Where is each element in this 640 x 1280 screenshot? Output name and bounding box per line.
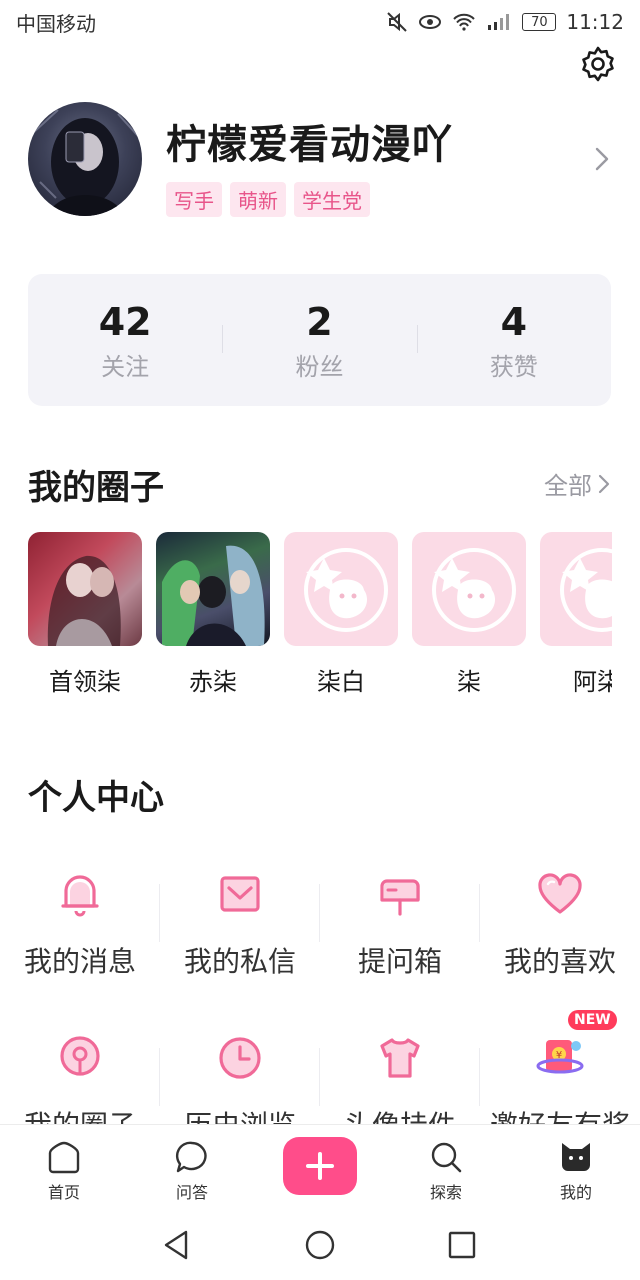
circles-section-title: 我的圈子	[28, 468, 164, 508]
circle-item[interactable]: 柒	[412, 532, 526, 697]
grid-item-private-messages[interactable]: 我的私信	[160, 848, 320, 1008]
mail-icon	[214, 868, 266, 920]
circle-item[interactable]: 柒白	[284, 532, 398, 697]
nav-qa[interactable]: 问答	[152, 1139, 232, 1203]
new-badge: NEW	[568, 1010, 617, 1030]
circle-name: 首领柒	[49, 668, 121, 696]
recents-icon[interactable]	[445, 1228, 479, 1262]
user-tag: 写手	[166, 182, 222, 217]
view-all-label: 全部	[544, 472, 592, 500]
status-icons: 70 11:12	[386, 10, 624, 34]
circle-item[interactable]: 赤柒	[156, 532, 270, 697]
tshirt-icon	[374, 1032, 426, 1084]
stat-value: 2	[306, 299, 333, 344]
carrier-name: 中国移动	[16, 11, 96, 36]
avatar[interactable]	[28, 102, 142, 216]
stat-likes[interactable]: 4 获赞	[416, 299, 611, 382]
nav-label: 我的	[559, 1183, 592, 1202]
profile-header[interactable]: 柠檬爱看动漫吖 写手 萌新 学生党	[28, 102, 618, 218]
circle-name: 赤柒	[189, 668, 237, 696]
username: 柠檬爱看动漫吖	[166, 122, 453, 168]
search-icon	[431, 1142, 462, 1173]
grid-item-history[interactable]: 历史浏览	[160, 1012, 320, 1138]
personal-center-title: 个人中心	[28, 778, 164, 818]
circle-name: 柒	[457, 668, 481, 696]
grid-item-label: 我的消息	[23, 945, 136, 978]
grid-item-avatar-pendant[interactable]: 头像挂件	[320, 1012, 480, 1138]
settings-button[interactable]	[578, 44, 618, 84]
stat-followers[interactable]: 2 粉丝	[222, 299, 416, 382]
user-tag: 学生党	[294, 182, 370, 217]
chat-bubble-icon	[175, 1141, 207, 1173]
nav-label: 问答	[175, 1183, 208, 1202]
mailbox-icon	[374, 868, 426, 920]
stat-label: 关注	[101, 352, 150, 381]
circle-item[interactable]: 首领柒	[28, 532, 142, 697]
bottom-navigation: 首页 问答 探索 我的	[0, 1124, 640, 1208]
grid-item-label: 提问箱	[357, 945, 442, 978]
nav-explore[interactable]: 探索	[406, 1139, 486, 1203]
clock-time: 11:12	[566, 10, 624, 34]
location-circle-icon	[54, 1032, 106, 1084]
stat-label: 获赞	[489, 352, 538, 381]
gear-icon	[582, 46, 614, 82]
nav-label: 探索	[429, 1183, 462, 1202]
circles-list: 首领柒 赤柒 柒白 柒 阿柒	[28, 532, 612, 702]
system-navigation-bar	[0, 1208, 640, 1280]
grid-item-question-box[interactable]: 提问箱	[320, 848, 480, 1008]
mute-icon	[386, 11, 408, 33]
home-icon	[48, 1141, 80, 1174]
back-icon[interactable]	[160, 1228, 194, 1262]
circle-thumbnail	[412, 532, 526, 646]
signal-icon	[486, 13, 512, 31]
view-all-link[interactable]: 全部	[544, 466, 610, 501]
wifi-icon	[452, 13, 476, 31]
circle-thumbnail	[156, 532, 270, 646]
heart-icon	[534, 868, 586, 920]
nav-home[interactable]: 首页	[24, 1139, 104, 1203]
circle-name: 阿柒	[573, 668, 612, 696]
stat-following[interactable]: 42 关注	[28, 299, 222, 382]
gift-planet-icon: ¥ NEW	[534, 1010, 617, 1084]
stat-value: 42	[98, 299, 152, 344]
user-tags: 写手 萌新 学生党	[166, 182, 370, 217]
grid-item-my-circles[interactable]: 我的圈子	[0, 1012, 160, 1138]
battery-indicator: 70	[522, 13, 557, 31]
circle-item[interactable]: 阿柒	[540, 532, 612, 697]
grid-item-messages[interactable]: 我的消息	[0, 848, 160, 1008]
eye-icon	[418, 13, 442, 31]
stat-label: 粉丝	[295, 352, 344, 381]
chevron-right-icon	[598, 474, 610, 493]
nav-mine[interactable]: 我的	[536, 1139, 616, 1203]
grid-item-label: 我的私信	[183, 945, 296, 978]
grid-item-invite-friends[interactable]: ¥ NEW 邀好友有奖	[480, 1010, 640, 1138]
home-circle-icon[interactable]	[303, 1228, 337, 1262]
chevron-right-icon[interactable]	[594, 146, 610, 176]
nav-label: 首页	[47, 1183, 80, 1202]
clock-icon	[214, 1032, 266, 1084]
circle-name: 柒白	[317, 668, 365, 696]
circle-thumbnail	[28, 532, 142, 646]
circle-thumbnail	[284, 532, 398, 646]
status-bar: 中国移动 70 11:12	[0, 0, 640, 44]
plus-icon	[306, 1152, 334, 1180]
user-tag: 萌新	[230, 182, 286, 217]
cat-icon	[562, 1143, 590, 1171]
personal-center-grid: 我的消息 我的私信 提问箱 我的喜欢 我的圈子 历史浏览 头像挂件	[0, 848, 640, 1138]
circle-thumbnail	[540, 532, 612, 646]
create-post-button[interactable]	[283, 1137, 357, 1195]
grid-item-likes[interactable]: 我的喜欢	[480, 848, 640, 1008]
stat-value: 4	[500, 299, 528, 344]
grid-item-label: 我的喜欢	[503, 945, 616, 978]
bell-icon	[54, 868, 106, 920]
stats-card: 42 关注 2 粉丝 4 获赞	[28, 274, 611, 406]
